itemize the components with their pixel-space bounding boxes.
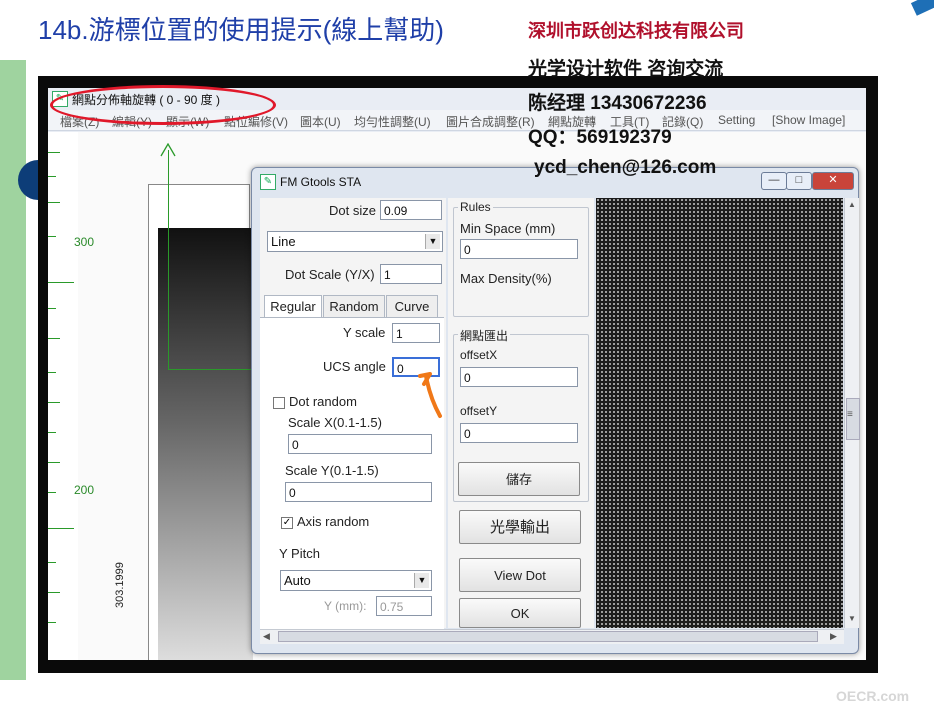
min-space-input[interactable]: 0 bbox=[460, 239, 578, 259]
menu-show-image[interactable]: [Show Image] bbox=[772, 113, 845, 127]
contact-manager: 陈经理 13430672236 bbox=[528, 93, 707, 114]
hscroll-thumb[interactable] bbox=[278, 631, 818, 642]
title-highlight-oval bbox=[50, 85, 276, 125]
menu-uniformity[interactable]: 均勻性調整(U) bbox=[354, 113, 431, 130]
y-mm-label: Y (mm): bbox=[324, 599, 367, 613]
vertical-dimension-label: 303.1999 bbox=[114, 562, 126, 608]
tab-regular[interactable]: Regular bbox=[264, 295, 322, 318]
watermark: OECR.com bbox=[836, 688, 910, 704]
scale-y-input[interactable]: 0 bbox=[285, 482, 432, 502]
axis-random-label: Axis random bbox=[297, 514, 370, 529]
ok-button[interactable]: OK bbox=[459, 598, 581, 628]
dot-random-label: Dot random bbox=[289, 394, 357, 409]
offset-x-label: offsetX bbox=[460, 348, 498, 362]
ruler-tick bbox=[48, 592, 60, 593]
minimize-button[interactable]: — bbox=[761, 172, 787, 190]
menu-image[interactable]: 圖本(U) bbox=[300, 113, 341, 130]
contact-service: 光学设计软件 咨询交流 bbox=[528, 59, 724, 80]
contact-company: 深圳市跃创达科技有限公司 bbox=[528, 21, 744, 41]
dot-scale-input[interactable]: 1 bbox=[380, 264, 442, 284]
scale-y-label: Scale Y(0.1-1.5) bbox=[285, 463, 379, 478]
vertical-ruler bbox=[48, 132, 78, 660]
ruler-label-300: 300 bbox=[74, 235, 95, 249]
axis-random-checkbox[interactable]: ✓ bbox=[281, 517, 293, 529]
ruler-tick bbox=[48, 152, 60, 153]
scroll-up-icon[interactable]: ▲ bbox=[848, 200, 856, 209]
dialog-title: FM Gtools STA bbox=[280, 175, 362, 189]
ruler-tick bbox=[48, 236, 56, 237]
y-pitch-select[interactable]: Auto ▼ bbox=[280, 570, 432, 591]
offset-x-input[interactable]: 0 bbox=[460, 367, 578, 387]
dot-random-checkbox[interactable] bbox=[273, 397, 285, 409]
view-dot-button[interactable]: View Dot bbox=[459, 558, 581, 592]
orange-pointer-arrow-icon bbox=[418, 372, 442, 418]
ruler-tick bbox=[48, 562, 56, 563]
ruler-tick bbox=[48, 372, 56, 373]
dialog-app-icon: ✎ bbox=[260, 174, 276, 190]
close-button[interactable]: ✕ bbox=[812, 172, 854, 190]
guide-line-vertical bbox=[168, 150, 169, 370]
dot-pattern-preview bbox=[596, 198, 843, 628]
maximize-button[interactable]: □ bbox=[786, 172, 812, 190]
ruler-label-200: 200 bbox=[74, 483, 95, 497]
tab-curve[interactable]: Curve bbox=[386, 295, 438, 318]
y-pitch-select-value: Auto bbox=[284, 573, 311, 588]
ruler-tick bbox=[48, 462, 60, 463]
slide-left-green-bar bbox=[0, 60, 26, 680]
menu-setting[interactable]: Setting bbox=[718, 113, 755, 127]
dot-size-input[interactable]: 0.09 bbox=[380, 200, 442, 220]
scroll-right-icon[interactable]: ▶ bbox=[830, 631, 837, 642]
ruler-tick bbox=[48, 432, 56, 433]
pattern-select[interactable]: Line ▼ bbox=[267, 231, 443, 252]
scroll-down-icon[interactable]: ▼ bbox=[848, 614, 856, 623]
dot-size-label: Dot size bbox=[329, 203, 376, 218]
export-group-title: 網點匯出 bbox=[458, 327, 511, 344]
ruler-tick bbox=[48, 492, 56, 493]
chevron-down-icon: ▼ bbox=[414, 573, 429, 588]
vertical-scrollbar[interactable]: ▲ ≡ ▼ bbox=[844, 198, 860, 628]
chevron-down-icon: ▼ bbox=[425, 234, 440, 249]
scale-x-label: Scale X(0.1-1.5) bbox=[288, 415, 382, 430]
y-scale-input[interactable]: 1 bbox=[392, 323, 440, 343]
ucs-angle-label: UCS angle bbox=[323, 359, 386, 374]
gradient-pattern bbox=[158, 228, 253, 660]
pattern-select-value: Line bbox=[271, 234, 296, 249]
scroll-grip-icon: ≡ bbox=[847, 409, 853, 420]
ruler-tick bbox=[48, 202, 60, 203]
contact-qq: QQ：569192379 bbox=[528, 127, 672, 148]
tab-random[interactable]: Random bbox=[323, 295, 385, 318]
save-button[interactable]: 儲存 bbox=[458, 462, 580, 496]
y-pitch-label: Y Pitch bbox=[279, 546, 320, 561]
offset-y-input[interactable]: 0 bbox=[460, 423, 578, 443]
offset-y-label: offsetY bbox=[460, 404, 498, 418]
ruler-tick bbox=[48, 338, 60, 339]
dot-scale-label: Dot Scale (Y/X) bbox=[285, 267, 375, 282]
scroll-left-icon[interactable]: ◀ bbox=[263, 631, 270, 642]
contact-email: ycd_chen@126.com bbox=[534, 157, 717, 178]
ruler-tick bbox=[48, 176, 56, 177]
horizontal-scrollbar[interactable]: ◀ ▶ bbox=[260, 629, 844, 644]
menu-image-merge[interactable]: 圖片合成調整(R) bbox=[446, 113, 535, 130]
ruler-tick bbox=[48, 528, 74, 529]
ruler-tick bbox=[48, 402, 60, 403]
ruler-tick bbox=[48, 308, 56, 309]
ruler-tick bbox=[48, 282, 74, 283]
slide-corner-accent bbox=[910, 0, 934, 16]
optical-output-button[interactable]: 光學輸出 bbox=[459, 510, 581, 544]
y-scale-label: Y scale bbox=[343, 325, 386, 340]
max-density-label: Max Density(%) bbox=[460, 271, 552, 286]
guide-arrow-up-icon bbox=[160, 143, 176, 157]
slide-title: 14b.游標位置的使用提示(線上幫助) bbox=[38, 15, 444, 45]
ruler-tick bbox=[48, 622, 56, 623]
scale-x-input[interactable]: 0 bbox=[288, 434, 432, 454]
y-mm-input[interactable]: 0.75 bbox=[376, 596, 432, 616]
min-space-label: Min Space (mm) bbox=[460, 221, 556, 236]
gtools-dialog: ✎ FM Gtools STA — □ ✕ Dot size 0.09 Line… bbox=[251, 167, 860, 654]
rules-group-title: Rules bbox=[458, 200, 493, 214]
